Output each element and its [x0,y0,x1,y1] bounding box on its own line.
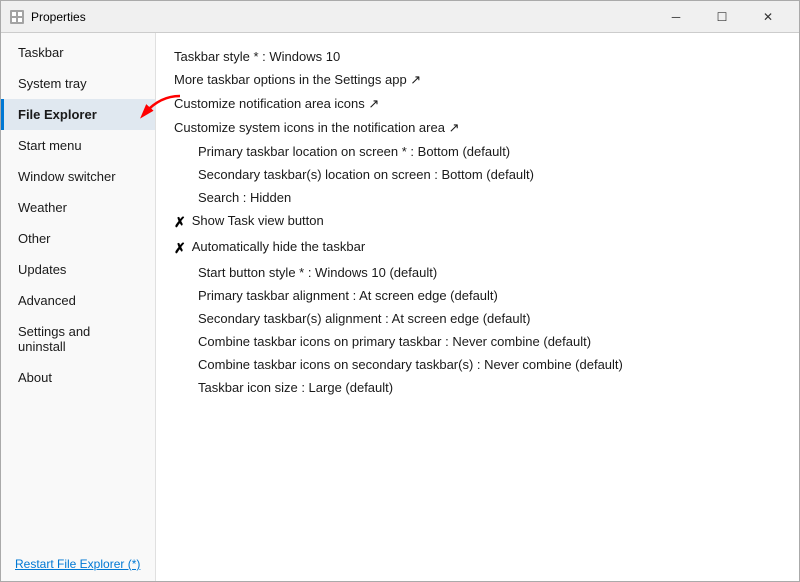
setting-customize-notif: Customize notification area icons ↗ [174,92,781,116]
setting-combine-secondary: Combine taskbar icons on secondary taskb… [174,353,781,376]
setting-combine-primary: Combine taskbar icons on primary taskbar… [174,330,781,353]
setting-label: Automatically hide the taskbar [192,239,365,254]
setting-taskbar-style: Taskbar style * : Windows 10 [174,45,781,68]
sidebar-item-settings-uninstall[interactable]: Settings and uninstall [1,316,155,362]
setting-secondary-location: Secondary taskbar(s) location on screen … [174,163,781,186]
sidebar-item-start-menu[interactable]: Start menu [1,130,155,161]
window-controls: ─ ☐ ✕ [653,1,791,33]
setting-label: Start button style * : Windows 10 (defau… [198,265,437,280]
main-content: Taskbar style * : Windows 10 More taskbar… [156,33,799,581]
setting-label: Search : Hidden [198,190,291,205]
sidebar-item-weather[interactable]: Weather [1,192,155,223]
setting-label: More taskbar options in the Settings app… [174,72,421,88]
setting-label: Primary taskbar alignment : At screen ed… [198,288,498,303]
minimize-button[interactable]: ─ [653,1,699,33]
setting-label: Taskbar icon size : Large (default) [198,380,393,395]
setting-label: Show Task view button [192,213,324,228]
setting-show-task-view: ✗ Show Task view button [174,209,781,235]
setting-label: Secondary taskbar(s) location on screen … [198,167,534,182]
title-bar: Properties ─ ☐ ✕ [1,1,799,33]
setting-search: Search : Hidden [174,186,781,209]
setting-icon-size: Taskbar icon size : Large (default) [174,376,781,399]
setting-label: Primary taskbar location on screen * : B… [198,144,510,159]
setting-label: Customize system icons in the notificati… [174,120,459,136]
setting-secondary-alignment: Secondary taskbar(s) alignment : At scre… [174,307,781,330]
maximize-button[interactable]: ☐ [699,1,745,33]
sidebar-bottom: Restart File Explorer (*) [1,548,155,581]
sidebar-item-advanced[interactable]: Advanced [1,285,155,316]
sidebar-item-taskbar[interactable]: Taskbar [1,37,155,68]
sidebar-item-system-tray[interactable]: System tray [1,68,155,99]
sidebar-item-file-explorer[interactable]: File Explorer [1,99,155,130]
sidebar-item-about[interactable]: About [1,362,155,393]
close-button[interactable]: ✕ [745,1,791,33]
sidebar-item-other[interactable]: Other [1,223,155,254]
x-icon: ✗ [174,240,186,257]
setting-customize-system: Customize system icons in the notificati… [174,116,781,140]
setting-label: Combine taskbar icons on primary taskbar… [198,334,591,349]
x-icon: ✗ [174,214,186,231]
settings-list: Taskbar style * : Windows 10 More taskbar… [174,45,781,399]
setting-auto-hide: ✗ Automatically hide the taskbar [174,235,781,261]
sidebar-item-updates[interactable]: Updates [1,254,155,285]
properties-window: Properties ─ ☐ ✕ TaskbarSystem trayFile … [0,0,800,582]
setting-label: Combine taskbar icons on secondary taskb… [198,357,623,372]
sidebar-nav: TaskbarSystem trayFile ExplorerStart men… [1,37,155,393]
setting-label: Taskbar style * : Windows 10 [174,49,340,64]
sidebar-item-window-switcher[interactable]: Window switcher [1,161,155,192]
setting-label: Customize notification area icons ↗ [174,96,379,112]
setting-more-taskbar: More taskbar options in the Settings app… [174,68,781,92]
restart-link[interactable]: Restart File Explorer (*) [15,557,140,571]
window-title: Properties [31,10,653,24]
content-area: TaskbarSystem trayFile ExplorerStart men… [1,33,799,581]
setting-primary-location: Primary taskbar location on screen * : B… [174,140,781,163]
sidebar: TaskbarSystem trayFile ExplorerStart men… [1,33,156,581]
window-icon [9,9,25,25]
setting-label: Secondary taskbar(s) alignment : At scre… [198,311,530,326]
setting-start-button-style: Start button style * : Windows 10 (defau… [174,261,781,284]
setting-primary-alignment: Primary taskbar alignment : At screen ed… [174,284,781,307]
